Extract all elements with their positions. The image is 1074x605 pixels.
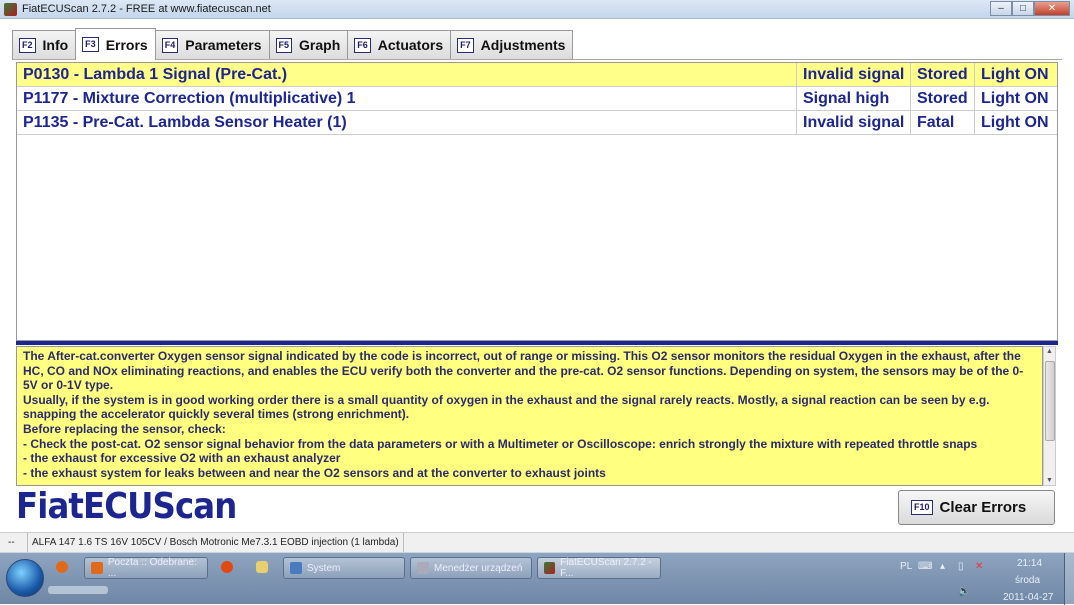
device-manager-icon	[417, 562, 429, 574]
f7-key-icon: F7	[457, 37, 474, 53]
taskbar-label: System	[307, 562, 341, 574]
status-indicator: --	[0, 533, 28, 552]
taskbar-button-poczta[interactable]: Poczta :: Odebrane: ...	[84, 557, 208, 579]
fiatecuscan-logo: FiatECUScan	[16, 486, 237, 527]
clock-day[interactable]: środa	[1015, 575, 1040, 586]
f2-key-icon: F2	[19, 37, 36, 53]
taskbar: Poczta :: Odebrane: ... System Menedżer …	[0, 552, 1074, 605]
taskbar-label: FiatECUScan 2.7.2 - F...	[560, 557, 652, 579]
tab-graph[interactable]: F5 Graph	[268, 30, 349, 59]
error-state: Fatal	[911, 111, 975, 134]
scroll-thumb[interactable]	[1045, 361, 1055, 441]
f4-key-icon: F4	[161, 37, 179, 53]
firefox-icon	[91, 562, 103, 574]
error-code: P0130 - Lambda 1 Signal (Pre-Cat.)	[17, 63, 797, 86]
volume-icon[interactable]: 🔈	[958, 586, 970, 597]
clear-errors-label: Clear Errors	[939, 499, 1027, 516]
show-hidden-icons[interactable]: ▴	[940, 561, 945, 572]
tab-label: Errors	[105, 36, 148, 53]
show-desktop-button[interactable]	[1064, 553, 1074, 605]
description-paragraph: - the exhaust for excessive O2 with an e…	[23, 451, 341, 466]
vehicle-info: ALFA 147 1.6 TS 16V 105CV / Bosch Motron…	[28, 533, 404, 552]
description-paragraph: Before replacing the sensor, check:	[23, 421, 226, 436]
network-disconnected-icon[interactable]: ✕	[975, 561, 983, 572]
tab-label: Adjustments	[480, 37, 566, 53]
error-code: P1177 - Mixture Correction (multiplicati…	[17, 87, 797, 110]
f6-key-icon: F6	[354, 37, 371, 53]
tab-adjustments[interactable]: F7 Adjustments	[450, 30, 574, 59]
clock-date[interactable]: 2011-04-27	[1003, 592, 1053, 603]
start-button[interactable]	[6, 559, 44, 597]
error-list: P0130 - Lambda 1 Signal (Pre-Cat.) Inval…	[16, 62, 1058, 341]
taskbar-button-device-manager[interactable]: Menedżer urządzeń	[410, 557, 532, 579]
title-bar: FiatECUScan 2.7.2 - FREE at www.fiatecus…	[0, 0, 1074, 19]
system-icon	[290, 562, 302, 574]
quicklaunch-icon[interactable]	[56, 561, 68, 573]
tab-label: Parameters	[185, 37, 262, 53]
f10-key-icon: F10	[911, 500, 933, 515]
clock-time[interactable]: 21:14	[1017, 558, 1042, 569]
status-bar: -- ALFA 147 1.6 TS 16V 105CV / Bosch Mot…	[0, 532, 1074, 552]
error-light: Light ON	[981, 90, 1049, 107]
error-row[interactable]: P1135 - Pre-Cat. Lambda Sensor Heater (1…	[17, 111, 1057, 135]
scroll-up-icon[interactable]: ▲	[1044, 348, 1055, 355]
quicklaunch-tray-icons[interactable]	[48, 586, 108, 594]
tab-label: Graph	[299, 37, 341, 53]
taskbar-label: Poczta :: Odebrane: ...	[107, 557, 197, 579]
f3-key-icon: F3	[82, 37, 99, 52]
taskbar-button-fiatecuscan[interactable]: FiatECUScan 2.7.2 - F...	[537, 557, 661, 579]
clear-errors-button[interactable]: F10 Clear Errors	[898, 490, 1055, 525]
error-type: Invalid signal	[797, 111, 911, 134]
error-description: The After-cat.converter Oxygen sensor si…	[16, 346, 1043, 486]
maximize-button[interactable]: □	[1012, 1, 1034, 16]
description-paragraph: - Check the post-cat. O2 sensor signal b…	[23, 436, 978, 451]
window-title: FiatECUScan 2.7.2 - FREE at www.fiatecus…	[22, 3, 271, 15]
description-paragraph: Usually, if the system is in good workin…	[23, 392, 993, 422]
tab-info[interactable]: F2 Info	[12, 30, 77, 59]
error-type: Invalid signal	[797, 63, 911, 86]
close-button[interactable]: ✕	[1034, 1, 1070, 16]
scroll-down-icon[interactable]: ▼	[1044, 477, 1055, 484]
taskbar-label: Menedżer urządzeń	[434, 562, 523, 574]
error-state: Stored	[911, 87, 975, 110]
tab-label: Actuators	[377, 37, 444, 53]
tab-bar: F2 Info F3 Errors F4 Parameters F5 Graph F6 A…	[12, 28, 1062, 60]
description-paragraph: - the exhaust system for leaks between a…	[23, 465, 606, 480]
fiatecuscan-icon	[544, 562, 556, 574]
error-code: P1135 - Pre-Cat. Lambda Sensor Heater (1…	[17, 111, 797, 134]
quicklaunch-icon[interactable]	[221, 561, 233, 573]
error-light: Light ON	[981, 114, 1049, 131]
error-row[interactable]: P1177 - Mixture Correction (multiplicati…	[17, 87, 1057, 111]
error-type: Signal high	[797, 87, 911, 110]
tab-actuators[interactable]: F6 Actuators	[347, 30, 452, 59]
taskbar-button-system[interactable]: System	[283, 557, 405, 579]
tab-parameters[interactable]: F4 Parameters	[154, 30, 270, 59]
f5-key-icon: F5	[275, 37, 293, 53]
divider	[16, 341, 1058, 345]
tab-errors[interactable]: F3 Errors	[75, 28, 156, 60]
language-indicator[interactable]: PL	[900, 561, 912, 572]
tab-label: Info	[42, 37, 69, 53]
description-paragraph: The After-cat.converter Oxygen sensor si…	[23, 349, 1025, 393]
description-scrollbar[interactable]: ▲ ▼	[1043, 346, 1056, 486]
error-light: Light ON	[981, 66, 1049, 83]
minimize-button[interactable]: –	[990, 1, 1012, 16]
battery-icon[interactable]: ▯	[958, 561, 964, 572]
error-row[interactable]: P0130 - Lambda 1 Signal (Pre-Cat.) Inval…	[17, 63, 1057, 87]
error-state: Stored	[911, 63, 975, 86]
app-icon	[4, 2, 17, 16]
keyboard-icon[interactable]: ⌨	[918, 561, 932, 572]
folder-icon[interactable]	[256, 561, 268, 573]
